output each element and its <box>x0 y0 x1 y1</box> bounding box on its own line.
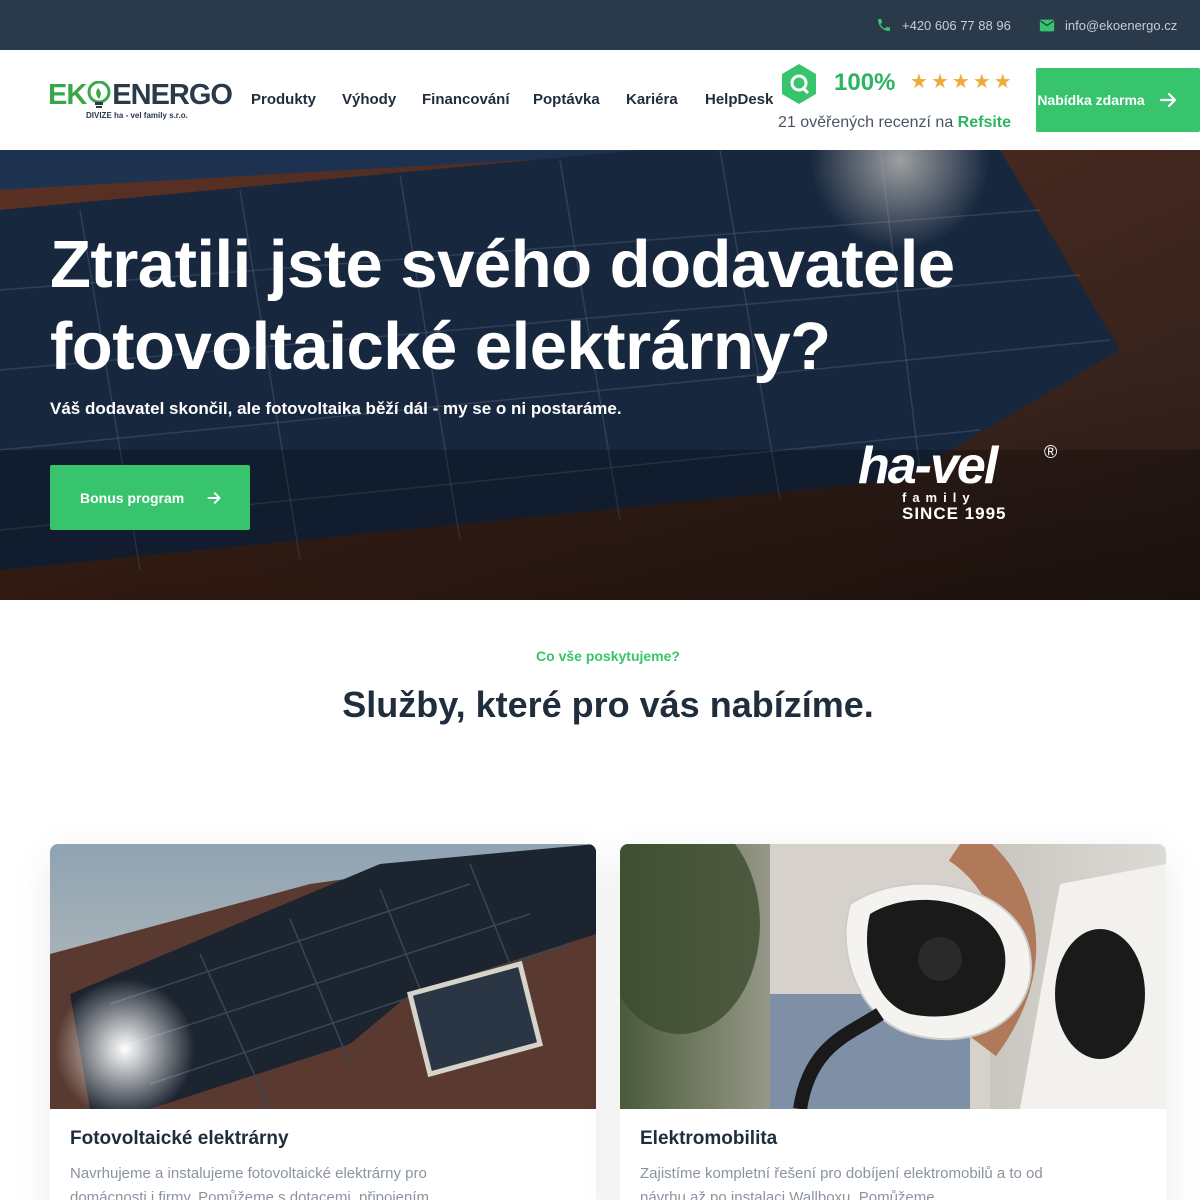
rating-stars: ★ ★ ★ ★ ★ <box>910 71 1012 93</box>
star-icon: ★ <box>930 71 949 93</box>
card-text: Navrhujeme a instalujeme fotovoltaické e… <box>70 1165 430 1200</box>
hero-subtitle: Váš dodavatel skončil, ale fotovoltaika … <box>50 399 622 418</box>
phone-number: +420 606 77 88 96 <box>902 17 1011 33</box>
rating-reviews-text: 21 ověřených recenzí na Refsite <box>778 114 1011 132</box>
reviews-count-text: 21 ověřených recenzí na <box>778 114 954 131</box>
emobility-image <box>620 844 1166 1109</box>
bonus-program-label: Bonus program <box>80 489 185 506</box>
havel-since-text: SINCE 1995 <box>902 504 1007 523</box>
logo-text-energo: ENERGO <box>112 79 233 111</box>
logo-text-eko: EK <box>48 79 87 111</box>
top-bar: +420 606 77 88 96 info@ekoenergo.cz <box>0 0 1200 50</box>
mail-icon <box>1039 19 1055 31</box>
havel-family-text: family <box>902 490 976 505</box>
offer-button[interactable]: Nabídka zdarma <box>1036 68 1200 132</box>
arrow-right-icon <box>1159 92 1177 108</box>
services-eyebrow: Co vše poskytujeme? <box>536 648 680 664</box>
star-icon: ★ <box>910 71 928 93</box>
offer-button-label: Nabídka zdarma <box>1037 92 1145 108</box>
registered-mark: ® <box>1044 442 1058 462</box>
nav-item-kariera[interactable]: Kariéra <box>626 91 678 108</box>
arrow-right-icon <box>207 492 221 504</box>
hero-section: Ztratili jste svého dodavatele fotovolta… <box>0 150 1200 600</box>
email-contact[interactable]: info@ekoenergo.cz <box>1039 0 1177 50</box>
refsite-icon <box>782 64 816 104</box>
nav-item-produkty[interactable]: Produkty <box>251 91 316 108</box>
card-text: Zajistíme kompletní řešení pro dobíjení … <box>640 1165 1043 1200</box>
star-icon: ★ <box>993 71 1012 93</box>
card-title: Elektromobilita <box>640 1128 778 1149</box>
havel-family-logo: ha-vel ® family SINCE 1995 <box>858 437 1068 534</box>
bulb-icon <box>87 80 111 109</box>
star-icon: ★ <box>951 71 970 93</box>
card-title: Fotovoltaické elektrárny <box>70 1128 289 1149</box>
service-card-emobility[interactable]: Elektromobilita Zajistíme kompletní řeše… <box>620 844 1166 1200</box>
refsite-link[interactable]: Refsite <box>958 114 1011 131</box>
hero-title: Ztratili jste svého dodavatele fotovolta… <box>50 227 955 384</box>
services-title: Služby, které pro vás nabízíme. <box>342 684 874 725</box>
bonus-program-button[interactable]: Bonus program <box>50 465 250 530</box>
nav-item-helpdesk[interactable]: HelpDesk <box>705 91 773 108</box>
photovoltaics-image <box>50 844 596 1109</box>
star-icon: ★ <box>972 71 991 93</box>
email-address: info@ekoenergo.cz <box>1065 17 1178 33</box>
rating-percent: 100% <box>834 69 896 96</box>
service-card-photovoltaics[interactable]: Fotovoltaické elektrárny Navrhujeme a in… <box>50 844 596 1200</box>
nav-item-financovani[interactable]: Financování <box>422 91 510 108</box>
phone-contact[interactable]: +420 606 77 88 96 <box>876 0 1011 50</box>
ekoenergo-logo[interactable]: EK ENERGO DIVIZE ha - vel family s.r.o. <box>48 79 233 124</box>
refsite-rating[interactable]: 100% ★ ★ ★ ★ ★ 21 ověřených recenzí na R… <box>778 62 1018 142</box>
phone-icon <box>878 19 890 31</box>
nav-item-vyhody[interactable]: Výhody <box>342 91 396 108</box>
havel-logo-text: ha-vel <box>858 437 998 495</box>
nav-item-poptavka[interactable]: Poptávka <box>533 91 600 108</box>
logo-subtitle: DIVIZE ha - vel family s.r.o. <box>86 111 188 120</box>
site-header: EK ENERGO DIVIZE ha - vel family s.r.o. … <box>0 50 1200 150</box>
